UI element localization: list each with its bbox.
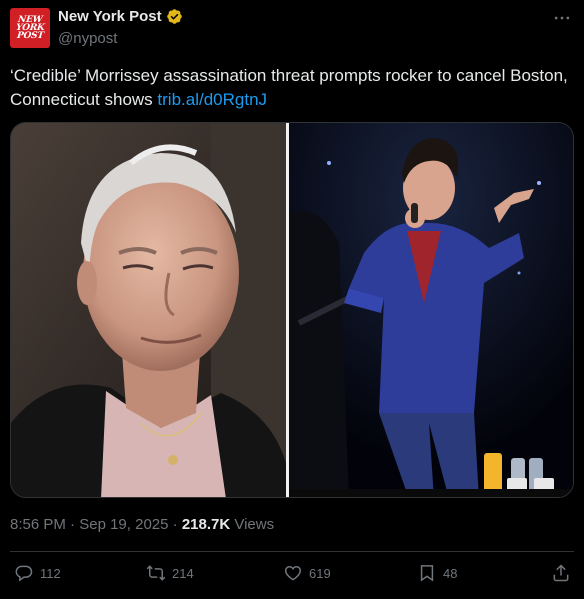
reply-button[interactable]: 112 [14, 563, 61, 583]
share-button[interactable] [551, 563, 571, 583]
portrait-illustration [11, 123, 286, 497]
heart-icon [284, 565, 302, 581]
reply-count: 112 [40, 565, 61, 581]
concert-photo[interactable] [289, 123, 573, 497]
share-icon [553, 564, 569, 582]
tweet-link[interactable]: trib.al/d0RgtnJ [157, 90, 267, 109]
tweet-time[interactable]: 8:56 PM [10, 516, 66, 533]
divider [10, 551, 574, 552]
reply-icon [15, 565, 33, 582]
meta-separator: · [168, 516, 182, 533]
avatar[interactable]: NEW YORK POST [10, 8, 50, 48]
tweet-body: ‘Credible’ Morrissey assassination threa… [10, 66, 568, 109]
author-name[interactable]: New York Post [58, 8, 162, 25]
tweet-date[interactable]: Sep 19, 2025 [79, 516, 168, 533]
like-button[interactable]: 619 [283, 563, 331, 583]
bookmark-button[interactable]: 48 [417, 563, 457, 583]
tweet-text: ‘Credible’ Morrissey assassination threa… [10, 64, 570, 112]
repost-count: 214 [172, 565, 194, 581]
avatar-line-3: POST [16, 31, 44, 41]
views-count: 218.7K [181, 516, 231, 533]
concert-illustration [289, 123, 573, 497]
repost-icon [146, 565, 166, 581]
tweet-meta: 8:56 PM · Sep 19, 2025 · 218.7K Views [10, 516, 274, 533]
bookmark-count: 48 [443, 565, 458, 581]
media-grid[interactable] [10, 122, 574, 498]
verified-badge-icon [166, 9, 182, 24]
repost-button[interactable]: 214 [146, 563, 194, 583]
views-label: Views [230, 516, 275, 533]
tweet-card: NEW YORK POST New York Post @nypost ‘Cre… [0, 0, 584, 599]
action-bar: 112 214 619 48 [0, 563, 584, 589]
meta-separator: · [65, 516, 80, 533]
portrait-photo[interactable] [11, 123, 286, 497]
author-name-row[interactable]: New York Post [58, 8, 183, 25]
bookmark-icon [420, 565, 434, 582]
more-horizontal-icon[interactable] [552, 8, 572, 28]
author-handle[interactable]: @nypost [58, 30, 117, 47]
like-count: 619 [309, 565, 331, 581]
